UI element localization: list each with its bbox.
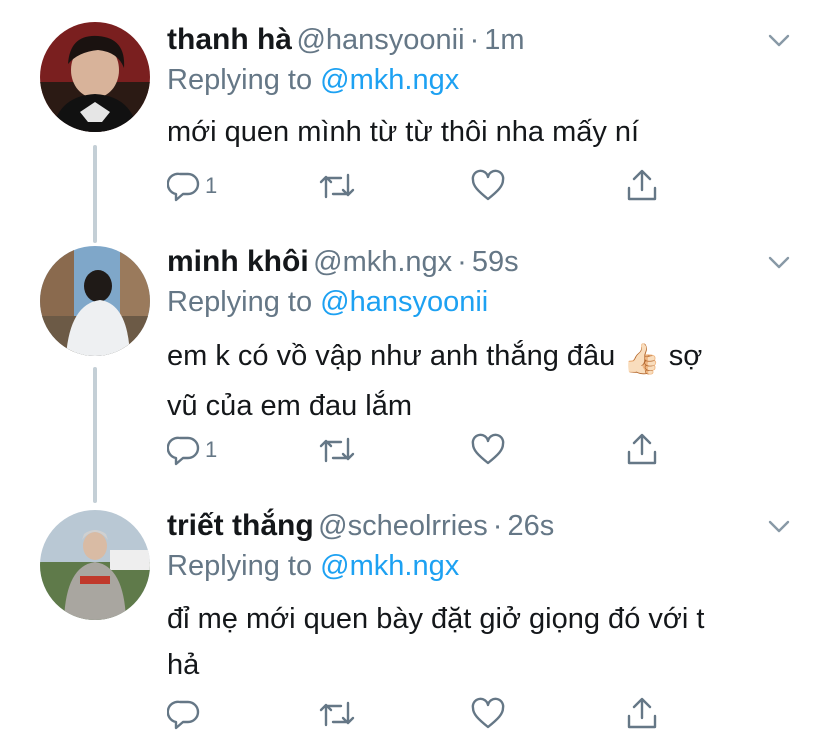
retweet-icon — [319, 701, 355, 727]
chevron-down-icon[interactable] — [768, 520, 790, 534]
reply-button[interactable] — [167, 694, 205, 734]
timestamp[interactable]: 26s — [507, 510, 554, 542]
replying-to: Replying to @mkh.ngx — [167, 546, 459, 586]
mention-link[interactable]: @hansyoonii — [320, 286, 488, 318]
tweet-actions — [167, 694, 667, 734]
thumbs-up-emoji: 👍🏻 — [623, 343, 661, 376]
mention-link[interactable]: @mkh.ngx — [320, 64, 459, 96]
avatar[interactable] — [40, 246, 150, 356]
share-button[interactable] — [625, 694, 659, 734]
retweet-button[interactable] — [317, 166, 357, 206]
share-button[interactable] — [625, 430, 659, 470]
reply-icon — [167, 436, 200, 466]
tweet-header: thanh hà @hansyoonii · 1m — [167, 20, 525, 60]
tweet-header: triết thắng @scheolrries · 26s — [167, 506, 554, 546]
tweet-text: em k có vồ vập như anh thắng đâu 👍🏻 sợ v… — [167, 333, 790, 429]
tweet-text-line: em k có vồ vập như anh thắng đâu 👍🏻 sợ — [167, 333, 790, 383]
replying-prefix: Replying to — [167, 286, 313, 318]
tweet-text-line: hả — [167, 649, 200, 681]
reply-count: 1 — [205, 173, 218, 198]
display-name[interactable]: thanh hà — [167, 23, 292, 56]
tweet-text-line: vũ của em đau lắm — [167, 390, 413, 422]
separator-dot: · — [457, 246, 467, 278]
replying-to: Replying to @hansyoonii — [167, 282, 488, 322]
mention-link[interactable]: @mkh.ngx — [320, 550, 459, 582]
tweet-text-line: mới quen mình từ từ thôi nha mấy ní — [167, 116, 640, 148]
tweet-header: minh khôi @mkh.ngx · 59s — [167, 242, 519, 282]
tweet-text: đỉ mẹ mới quen bày đặt giở giọng đó với … — [167, 596, 790, 688]
like-button[interactable] — [470, 166, 506, 206]
share-button[interactable] — [625, 166, 659, 206]
replying-prefix: Replying to — [167, 64, 313, 96]
reply-button[interactable]: 1 — [167, 166, 217, 206]
tweet-text-segment: em k có vồ vập như anh thắng đâu — [167, 340, 616, 372]
chevron-down-icon[interactable] — [768, 34, 790, 48]
tweet-text-segment: sợ — [668, 340, 703, 372]
like-icon — [471, 697, 505, 729]
tweet-actions: 1 — [167, 166, 667, 206]
retweet-icon — [319, 437, 355, 463]
like-button[interactable] — [470, 430, 506, 470]
user-handle[interactable]: @hansyoonii — [296, 24, 464, 56]
retweet-button[interactable] — [317, 694, 357, 734]
tweet[interactable]: minh khôi @mkh.ngx · 59s Replying to @hans… — [0, 242, 828, 492]
tweet-actions: 1 — [167, 430, 667, 470]
timestamp[interactable]: 59s — [472, 246, 519, 278]
reply-icon — [167, 700, 200, 730]
replying-to: Replying to @mkh.ngx — [167, 60, 459, 100]
timestamp[interactable]: 1m — [484, 24, 524, 56]
separator-dot: · — [492, 510, 503, 542]
chevron-down-icon[interactable] — [768, 256, 790, 270]
separator-dot: · — [469, 24, 480, 56]
retweet-button[interactable] — [317, 430, 357, 470]
like-icon — [471, 433, 505, 465]
user-handle[interactable]: @scheolrries — [318, 510, 488, 542]
reply-button[interactable]: 1 — [167, 430, 217, 470]
like-button[interactable] — [470, 694, 506, 734]
tweet-text: mới quen mình từ từ thôi nha mấy ní — [167, 109, 790, 155]
tweet[interactable]: thanh hà @hansyoonii · 1m Replying to @mkh… — [0, 20, 828, 230]
avatar[interactable] — [40, 510, 150, 620]
display-name[interactable]: minh khôi — [167, 245, 309, 278]
reply-count: 1 — [205, 437, 218, 462]
replying-prefix: Replying to — [167, 550, 313, 582]
tweet-text-line: đỉ mẹ mới quen bày đặt giở giọng đó với … — [167, 603, 705, 635]
like-icon — [471, 169, 505, 201]
avatar[interactable] — [40, 22, 150, 132]
user-handle[interactable]: @mkh.ngx — [313, 246, 452, 278]
retweet-icon — [319, 173, 355, 199]
share-icon — [627, 697, 657, 729]
tweet[interactable]: triết thắng @scheolrries · 26s Replying to… — [0, 506, 828, 751]
share-icon — [627, 169, 657, 201]
display-name[interactable]: triết thắng — [167, 509, 314, 542]
share-icon — [627, 433, 657, 465]
reply-icon — [167, 172, 200, 202]
